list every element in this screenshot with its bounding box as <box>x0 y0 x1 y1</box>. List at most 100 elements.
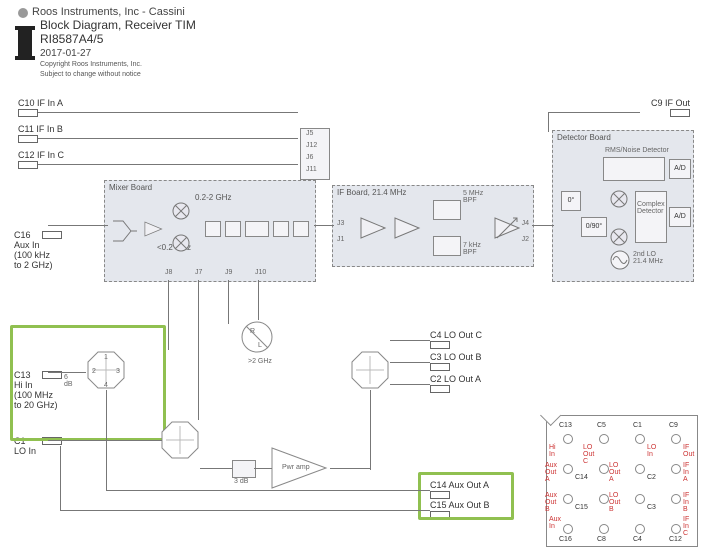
bpf-5mhz-label: 5 MHz BPF <box>463 190 483 204</box>
port-c4-label: C4 LO Out C <box>430 330 482 340</box>
atten-3db-label: 3 dB <box>234 478 248 485</box>
wire-lo-c4 <box>390 340 430 341</box>
port-c12-box <box>18 161 38 169</box>
bullet-icon <box>18 8 28 18</box>
adc-2: A/D <box>669 207 691 227</box>
det-mixer-q <box>609 227 629 247</box>
s-num-2a: 2 <box>92 368 96 375</box>
diagram-title: Block Diagram, Receiver TIM <box>40 18 196 32</box>
port-c12: C12 IF In C <box>18 150 64 169</box>
cm-r1-3: IF Out <box>683 444 694 458</box>
if-amp2-icon <box>393 216 423 240</box>
company-product: Roos Instruments, Inc - Cassini <box>32 6 185 18</box>
rms-label: RMS/Noise Detector <box>605 147 669 154</box>
company-line: Roos Instruments, Inc - Cassini <box>18 6 196 18</box>
copyright-1: Copyright Roos Instruments, Inc. <box>40 61 196 69</box>
detector-board: Detector Board RMS/Noise Detector A/D 0°… <box>552 130 694 282</box>
second-lo-label: 2nd LO 21.4 MHz <box>633 251 663 265</box>
wire-to-att <box>200 468 232 469</box>
cm-r3-2: LO Out B <box>609 492 620 513</box>
port-c4: C4 LO Out C <box>430 330 482 349</box>
complex-det-block <box>635 191 667 243</box>
wire-mixer-to-ifb <box>314 225 334 226</box>
cm-r3-5: IF In B <box>683 492 689 513</box>
port-c2-label: C2 LO Out A <box>430 374 481 384</box>
wire-lo-c2 <box>390 384 430 385</box>
mixer-stage-3 <box>245 221 269 237</box>
adc-1: A/D <box>669 159 691 179</box>
wire-c16-to-mixer <box>48 225 108 226</box>
mixer-board: Mixer Board 0.2-2 GHz <0.2 GHz J8 J7 J9 … <box>104 180 316 282</box>
wire-amp-out <box>330 468 370 469</box>
logo-icon <box>18 28 32 58</box>
mixer-input-switch <box>111 217 139 245</box>
mixer-lo-icon <box>171 233 191 253</box>
wire-c12 <box>38 164 298 165</box>
mixer-preamp-icon <box>144 221 165 238</box>
wire-aux-b-v <box>60 446 61 510</box>
phase-90: 0/90° <box>581 217 607 237</box>
cm-top-1: C5 <box>597 422 606 429</box>
wire-mixer-j7 <box>198 280 199 420</box>
j6: J6 <box>306 154 313 161</box>
wire-aux-a <box>106 490 430 491</box>
atten-3db <box>232 460 256 478</box>
j9: J9 <box>225 269 232 276</box>
port-c10: C10 IF In A <box>18 98 63 117</box>
if-j1: J1 <box>337 236 344 243</box>
wire-lo-c3 <box>390 362 430 363</box>
cm-r2-2: LO Out A <box>609 462 620 483</box>
if-j2: J2 <box>522 236 529 243</box>
mixer-title: Mixer Board <box>109 183 152 192</box>
cm-r3-3: C3 <box>647 504 656 511</box>
wire-c11 <box>38 138 298 139</box>
copyright-2: Subject to change without notice <box>40 71 196 79</box>
cm-r2-3: C2 <box>647 474 656 481</box>
title-block: Roos Instruments, Inc - Cassini Block Di… <box>18 6 196 78</box>
wire-aux-b <box>60 510 430 511</box>
cm-top-2: C1 <box>633 422 642 429</box>
wire-ifb-to-det <box>532 225 554 226</box>
j11: J11 <box>306 166 317 173</box>
port-c12-label: C12 IF In C <box>18 150 64 160</box>
wire-c1-in <box>48 440 162 441</box>
wire-mixer-j8 <box>168 280 169 350</box>
cm-top-3: C9 <box>669 422 678 429</box>
cm-r4-1: IF In C <box>683 516 689 537</box>
cm-r4-0: Aux In <box>549 516 561 530</box>
mixer-stage-4 <box>273 221 289 237</box>
wire-mixer-j10 <box>258 280 259 320</box>
port-c9-label: C9 IF Out <box>651 98 690 108</box>
cm-r3-1: C15 <box>575 504 588 511</box>
if-j3: J3 <box>337 220 344 227</box>
mixer-stage-2 <box>225 221 241 237</box>
cm-r1-2: LO In <box>647 444 656 458</box>
wire-amp-up <box>370 390 371 470</box>
j7: J7 <box>195 269 202 276</box>
mixer-hi-icon <box>171 201 191 221</box>
mixer-hi-freq: 0.2-2 GHz <box>195 193 231 202</box>
port-c3-box <box>430 363 450 371</box>
cm-top-0: C13 <box>559 422 572 429</box>
rl-freq: >2 GHz <box>248 358 272 365</box>
complex-det-label: Complex Detector <box>637 201 665 215</box>
s-num-3a: 3 <box>116 368 120 375</box>
port-c11: C11 IF In B <box>18 124 63 143</box>
if-amp1-icon <box>359 216 389 240</box>
wire-mixer-j9 <box>228 280 229 324</box>
rl-coupler-icon <box>240 320 274 354</box>
s-num-1a: 1 <box>104 354 108 361</box>
port-c9: C9 IF Out <box>651 98 690 117</box>
rms-block <box>603 157 665 181</box>
det-mixer-i <box>609 189 629 209</box>
if-title: IF Board, 21.4 MHz <box>337 188 406 197</box>
rl-l: L <box>258 342 262 349</box>
cm-r3-0: Aux Out B <box>545 492 557 513</box>
bpf-7khz <box>433 236 461 256</box>
port-c16-box <box>42 231 62 239</box>
cm-bot-3: C12 <box>669 536 682 543</box>
rl-r: R <box>250 328 255 335</box>
if-varamp-icon <box>493 216 523 240</box>
if-j4: J4 <box>522 220 529 227</box>
wire-aux-a-v <box>106 390 107 490</box>
